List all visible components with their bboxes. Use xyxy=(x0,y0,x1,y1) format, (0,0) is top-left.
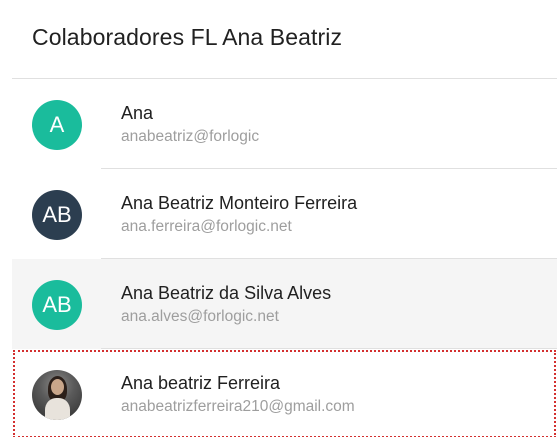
collaborator-email: ana.alves@forlogic.net xyxy=(121,308,279,325)
collaborator-email: ana.ferreira@forlogic.net xyxy=(121,218,292,235)
collaborator-email: anabeatriz@forlogic xyxy=(121,128,260,145)
page-title: Colaboradores FL Ana Beatriz xyxy=(32,24,343,50)
avatar-photo xyxy=(32,370,82,420)
avatar: AB xyxy=(32,280,82,330)
avatar-initials: AB xyxy=(42,202,72,227)
collaborator-list: A Ana anabeatriz@forlogic AB Ana Beatriz… xyxy=(12,79,557,437)
collaborator-name: Ana Beatriz Monteiro Ferreira xyxy=(121,193,358,213)
collaborators-panel: Colaboradores FL Ana Beatriz A Ana anabe… xyxy=(0,0,557,437)
collaborator-name: Ana beatriz Ferreira xyxy=(121,373,281,393)
collaborator-name: Ana xyxy=(121,103,154,123)
collaborator-name: Ana Beatriz da Silva Alves xyxy=(121,283,332,303)
list-item[interactable]: A Ana anabeatriz@forlogic xyxy=(12,79,557,169)
list-item-selected[interactable]: Ana beatriz Ferreira anabeatrizferreira2… xyxy=(12,349,557,437)
avatar-initials: A xyxy=(49,112,65,137)
panel-header: Colaboradores FL Ana Beatriz xyxy=(0,0,557,78)
avatar-initials: AB xyxy=(42,292,72,317)
avatar: AB xyxy=(32,190,82,240)
list-item[interactable]: AB Ana Beatriz da Silva Alves ana.alves@… xyxy=(12,259,557,349)
collaborator-email: anabeatrizferreira210@gmail.com xyxy=(121,398,355,415)
list-item[interactable]: AB Ana Beatriz Monteiro Ferreira ana.fer… xyxy=(12,169,557,259)
avatar: A xyxy=(32,100,82,150)
